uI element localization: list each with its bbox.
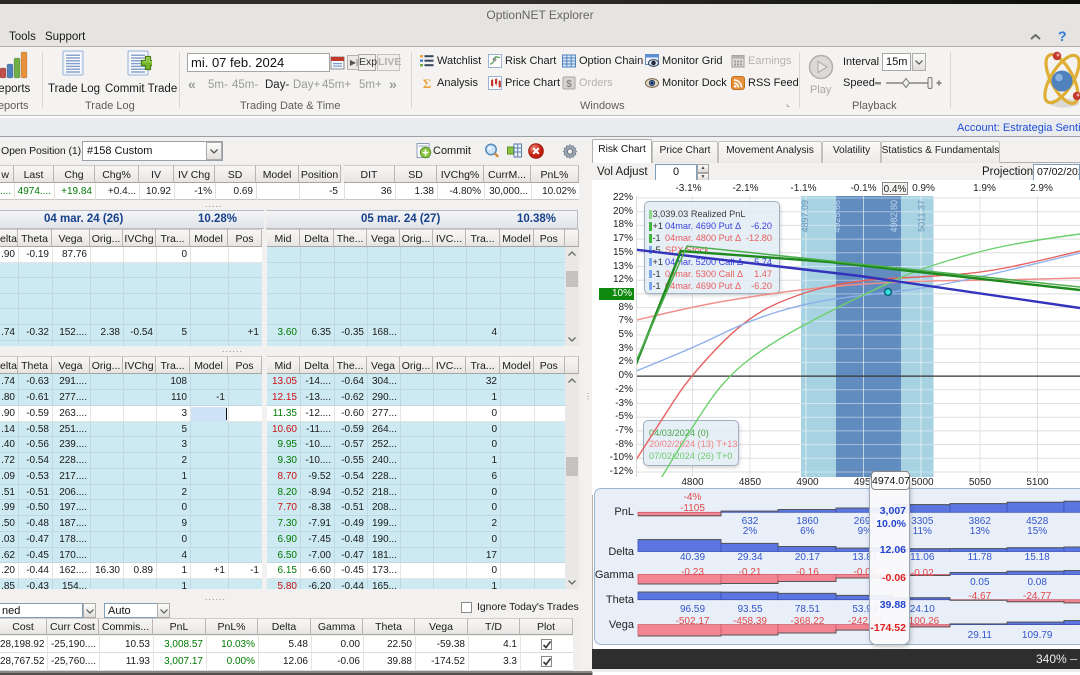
svg-text:Σ: Σ xyxy=(423,76,432,90)
svg-text:$: $ xyxy=(566,79,572,90)
